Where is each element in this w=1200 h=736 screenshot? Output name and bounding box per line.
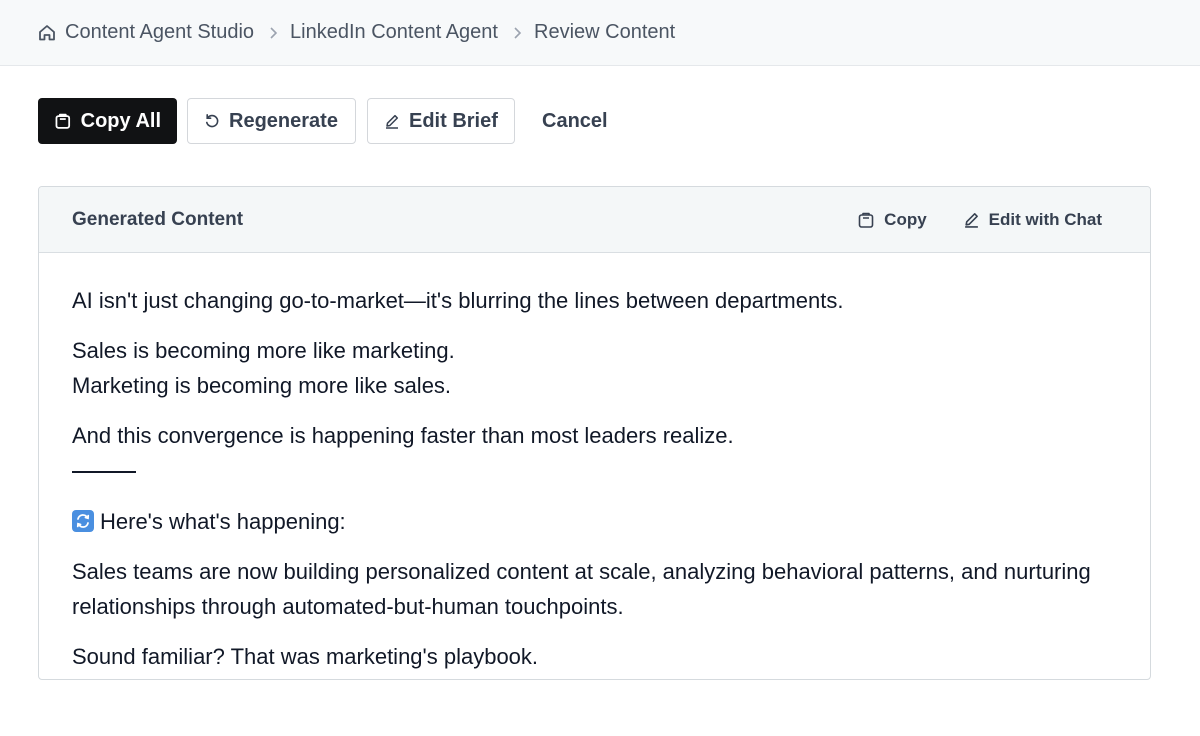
top-navigation-bar: Content Agent Studio LinkedIn Content Ag… [0,0,1200,66]
content-paragraph: AI isn't just changing go-to-market—it's… [72,288,844,313]
home-icon[interactable] [37,23,57,43]
action-toolbar: Copy All Regenerate Edit Brief Cancel [38,98,624,144]
content-line: Here's what's happening: [100,509,346,534]
copy-button[interactable]: Copy [857,210,927,230]
breadcrumb-item-studio[interactable]: Content Agent Studio [65,21,254,44]
content-line: Marketing is becoming more like sales. [72,373,452,398]
edit-brief-button[interactable]: Edit Brief [367,98,515,144]
breadcrumb: Content Agent Studio LinkedIn Content Ag… [37,21,675,44]
content-line: Sales is becoming more like marketing. [72,338,455,363]
content-paragraph: And this convergence is happening faster… [72,423,734,448]
breadcrumb-item-agent[interactable]: LinkedIn Content Agent [290,21,498,44]
copy-label: Copy [884,209,927,229]
edit-with-chat-label: Edit with Chat [988,209,1102,229]
content-paragraph: Sales is becoming more like marketing. M… [72,333,1117,403]
edit-brief-label: Edit Brief [409,109,498,132]
copy-all-button[interactable]: Copy All [38,98,177,144]
pencil-icon [386,114,399,129]
panel-header: Generated Content Copy Edit with Chat [39,187,1150,253]
cancel-button[interactable]: Cancel [526,98,624,144]
arrows-cycle-emoji-icon [72,510,94,532]
clipboard-icon [55,113,71,129]
refresh-icon [206,114,219,128]
panel-title: Generated Content [72,208,244,230]
copy-all-label: Copy All [80,109,161,132]
content-body[interactable]: AI isn't just changing go-to-market—it's… [39,253,1150,674]
content-paragraph: Here's what's happening: [72,504,1117,539]
cancel-label: Cancel [542,109,608,132]
regenerate-button[interactable]: Regenerate [187,98,356,144]
clipboard-icon [858,212,874,228]
content-paragraph: Sound familiar? That was marketing's pla… [72,644,539,669]
content-paragraph: Sales teams are now building personalize… [72,559,1091,619]
breadcrumb-item-current: Review Content [534,21,676,43]
pencil-icon [964,213,978,228]
regenerate-label: Regenerate [229,109,338,132]
content-divider [72,471,136,473]
chevron-right-icon [510,26,524,40]
chevron-right-icon [266,26,280,40]
generated-content-panel: Generated Content Copy Edit with Chat AI… [38,186,1151,680]
edit-with-chat-button[interactable]: Edit with Chat [963,210,1102,230]
